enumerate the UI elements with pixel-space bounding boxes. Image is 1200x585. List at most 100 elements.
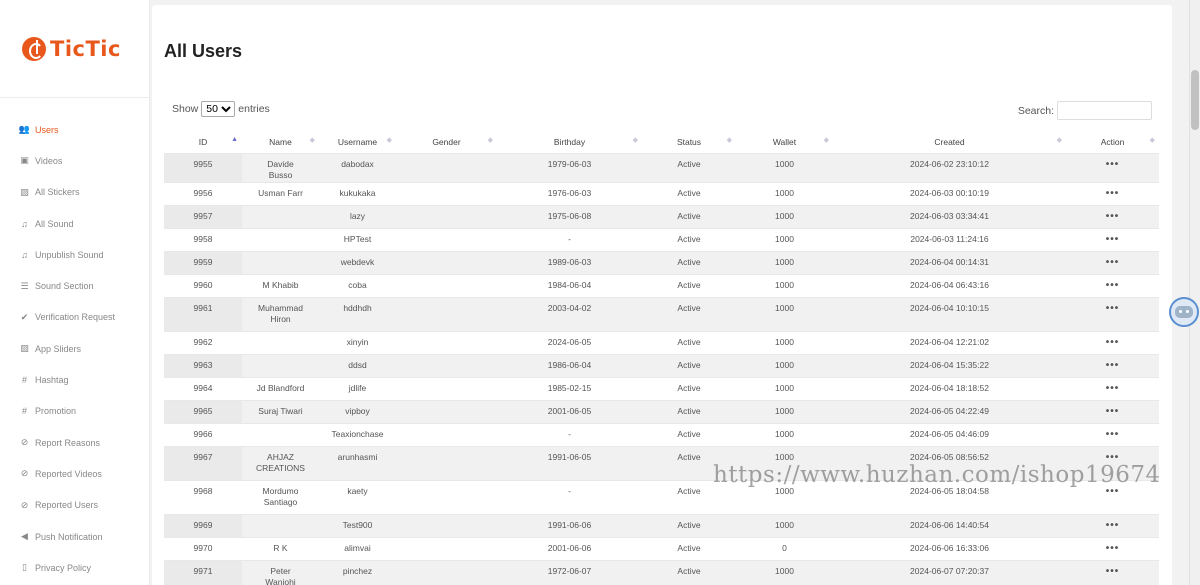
sidebar-item-report-reasons[interactable]: ⊘ Report Reasons <box>0 427 149 458</box>
column-header-name[interactable]: Name ◆ <box>242 131 319 153</box>
sidebar-item-label: Reported Videos <box>35 468 102 479</box>
cell-username: HPTest <box>319 227 396 251</box>
more-options-icon[interactable]: ••• <box>1106 543 1120 553</box>
more-options-icon[interactable]: ••• <box>1106 452 1120 462</box>
cell-name: Suraj Tiwari <box>242 399 319 423</box>
column-header-username[interactable]: Username ◆ <box>319 131 396 153</box>
more-options-icon[interactable]: ••• <box>1106 303 1120 313</box>
cell-birthday: 2001-06-06 <box>497 536 642 560</box>
cell-status: Active <box>642 296 736 331</box>
more-options-icon[interactable]: ••• <box>1106 234 1120 244</box>
sidebar-item-app-sliders[interactable]: ▨ App Sliders <box>0 333 149 364</box>
cell-username: kaety <box>319 479 396 514</box>
more-options-icon[interactable]: ••• <box>1106 406 1120 416</box>
cell-gender <box>396 181 497 205</box>
search-input[interactable] <box>1057 101 1152 120</box>
more-options-icon[interactable]: ••• <box>1106 486 1120 496</box>
more-options-icon[interactable]: ••• <box>1106 257 1120 267</box>
hashtag-icon: # <box>21 375 27 386</box>
more-options-icon[interactable]: ••• <box>1106 520 1120 530</box>
more-options-icon[interactable]: ••• <box>1106 280 1120 290</box>
cell-name: M Khabib <box>242 273 319 297</box>
entries-select[interactable]: 50 <box>201 101 236 117</box>
more-options-icon[interactable]: ••• <box>1106 159 1120 169</box>
cell-status: Active <box>642 536 736 560</box>
column-header-action[interactable]: Action ◆ <box>1066 131 1159 153</box>
cell-wallet: 1000 <box>736 250 833 274</box>
users-icon: 👥 <box>18 124 31 135</box>
column-header-wallet[interactable]: Wallet ◆ <box>736 131 833 153</box>
column-header-status[interactable]: Status ◆ <box>642 131 736 153</box>
sidebar-item-hashtag[interactable]: # Hashtag <box>0 364 149 395</box>
cell-created: 2024-06-04 00:14:31 <box>833 250 1066 274</box>
ban-icon: ⊘ <box>20 468 29 479</box>
sidebar-item-sound-section[interactable]: ☰ Sound Section <box>0 270 149 301</box>
table-row: 9967 AHJAZ CREATIONS arunhasmi 1991-06-05 Ac… <box>164 445 1159 480</box>
sidebar-item-videos[interactable]: ▣ Videos <box>0 145 149 176</box>
cell-birthday: 1979-06-03 <box>497 152 642 182</box>
cell-wallet: 1000 <box>736 273 833 297</box>
users-table: ID ▲ Name ◆ Username ◆ Gender ◆ Birthday ◆ Status ◆… <box>164 131 1159 585</box>
cell-username: dabodax <box>319 152 396 182</box>
sidebar-item-promotion[interactable]: # Promotion <box>0 396 149 427</box>
assistant-bubble[interactable] <box>1169 297 1199 327</box>
table-row: 9958 HPTest - Active 1000 2024-06-03 11:24:16… <box>164 227 1159 251</box>
entries-length: Show 50 entries <box>172 101 270 117</box>
more-options-icon[interactable]: ••• <box>1106 566 1120 576</box>
more-options-icon[interactable]: ••• <box>1106 429 1120 439</box>
cell-wallet: 1000 <box>736 376 833 400</box>
page-scrollbar[interactable] <box>1189 0 1200 585</box>
sidebar-item-push-notification[interactable]: ◀ Push Notification <box>0 521 149 552</box>
cell-name <box>242 250 319 274</box>
logo-icon <box>22 36 47 61</box>
sidebar-item-all-stickers[interactable]: ▨ All Stickers <box>0 177 149 208</box>
cell-status: Active <box>642 250 736 274</box>
table-row: 9968 Mordumo Santiago kaety - Active 1000 2024… <box>164 479 1159 514</box>
cell-name: Usman Farr <box>242 181 319 205</box>
cell-action: ••• <box>1066 376 1159 400</box>
logo-text: TicTic <box>50 36 121 61</box>
sidebar: TicTic 👥 Users ▣ Videos ▨ All Stickers ♫ All So… <box>0 0 150 585</box>
cell-gender <box>396 273 497 297</box>
cell-status: Active <box>642 445 736 480</box>
scrollbar-thumb[interactable] <box>1191 70 1199 130</box>
sidebar-item-reported-videos[interactable]: ⊘ Reported Videos <box>0 458 149 489</box>
column-header-gender[interactable]: Gender ◆ <box>396 131 497 153</box>
more-options-icon[interactable]: ••• <box>1106 188 1120 198</box>
more-options-icon[interactable]: ••• <box>1106 211 1120 221</box>
logo[interactable]: TicTic <box>0 0 149 98</box>
cell-username: arunhasmi <box>319 445 396 480</box>
cell-birthday: 1984-06-04 <box>497 273 642 297</box>
table-row: 9962 xinyin 2024-06-05 Active 1000 2024-06-04… <box>164 330 1159 354</box>
column-header-birthday[interactable]: Birthday ◆ <box>497 131 642 153</box>
page-title: All Users <box>164 41 243 61</box>
cell-status: Active <box>642 273 736 297</box>
cell-created: 2024-06-04 15:35:22 <box>833 353 1066 377</box>
user-check-icon: ✔ <box>20 311 29 322</box>
sidebar-item-label: Promotion <box>35 406 77 417</box>
more-options-icon[interactable]: ••• <box>1106 337 1120 347</box>
cell-wallet: 1000 <box>736 152 833 182</box>
cell-wallet: 1000 <box>736 399 833 423</box>
sidebar-item-reported-users[interactable]: ⊘ Reported Users <box>0 490 149 521</box>
more-options-icon[interactable]: ••• <box>1106 383 1120 393</box>
cell-wallet: 1000 <box>736 422 833 446</box>
sidebar-item-label: Reported Users <box>35 500 99 511</box>
cell-wallet: 1000 <box>736 353 833 377</box>
sidebar-item-users[interactable]: 👥 Users <box>0 114 149 145</box>
more-options-icon[interactable]: ••• <box>1106 360 1120 370</box>
sort-icon: ◆ <box>823 137 829 144</box>
cell-status: Active <box>642 513 736 537</box>
column-header-label: Created <box>934 136 965 147</box>
sidebar-item-verification-request[interactable]: ✔ Verification Request <box>0 302 149 333</box>
table-row: 9960 M Khabib coba 1984-06-04 Active 1000 2024… <box>164 273 1159 297</box>
cell-birthday: 2003-04-02 <box>497 296 642 331</box>
cell-status: Active <box>642 152 736 182</box>
sidebar-item-label: Users <box>35 124 59 135</box>
sidebar-item-privacy-policy[interactable]: ▯ Privacy Policy <box>0 552 149 583</box>
column-header-created[interactable]: Created ◆ <box>833 131 1066 153</box>
sidebar-item-all-sound[interactable]: ♫ All Sound <box>0 208 149 239</box>
sidebar-item-unpublish-sound[interactable]: ♫ Unpublish Sound <box>0 239 149 270</box>
column-header-id[interactable]: ID ▲ <box>164 131 242 153</box>
cell-status: Active <box>642 204 736 228</box>
